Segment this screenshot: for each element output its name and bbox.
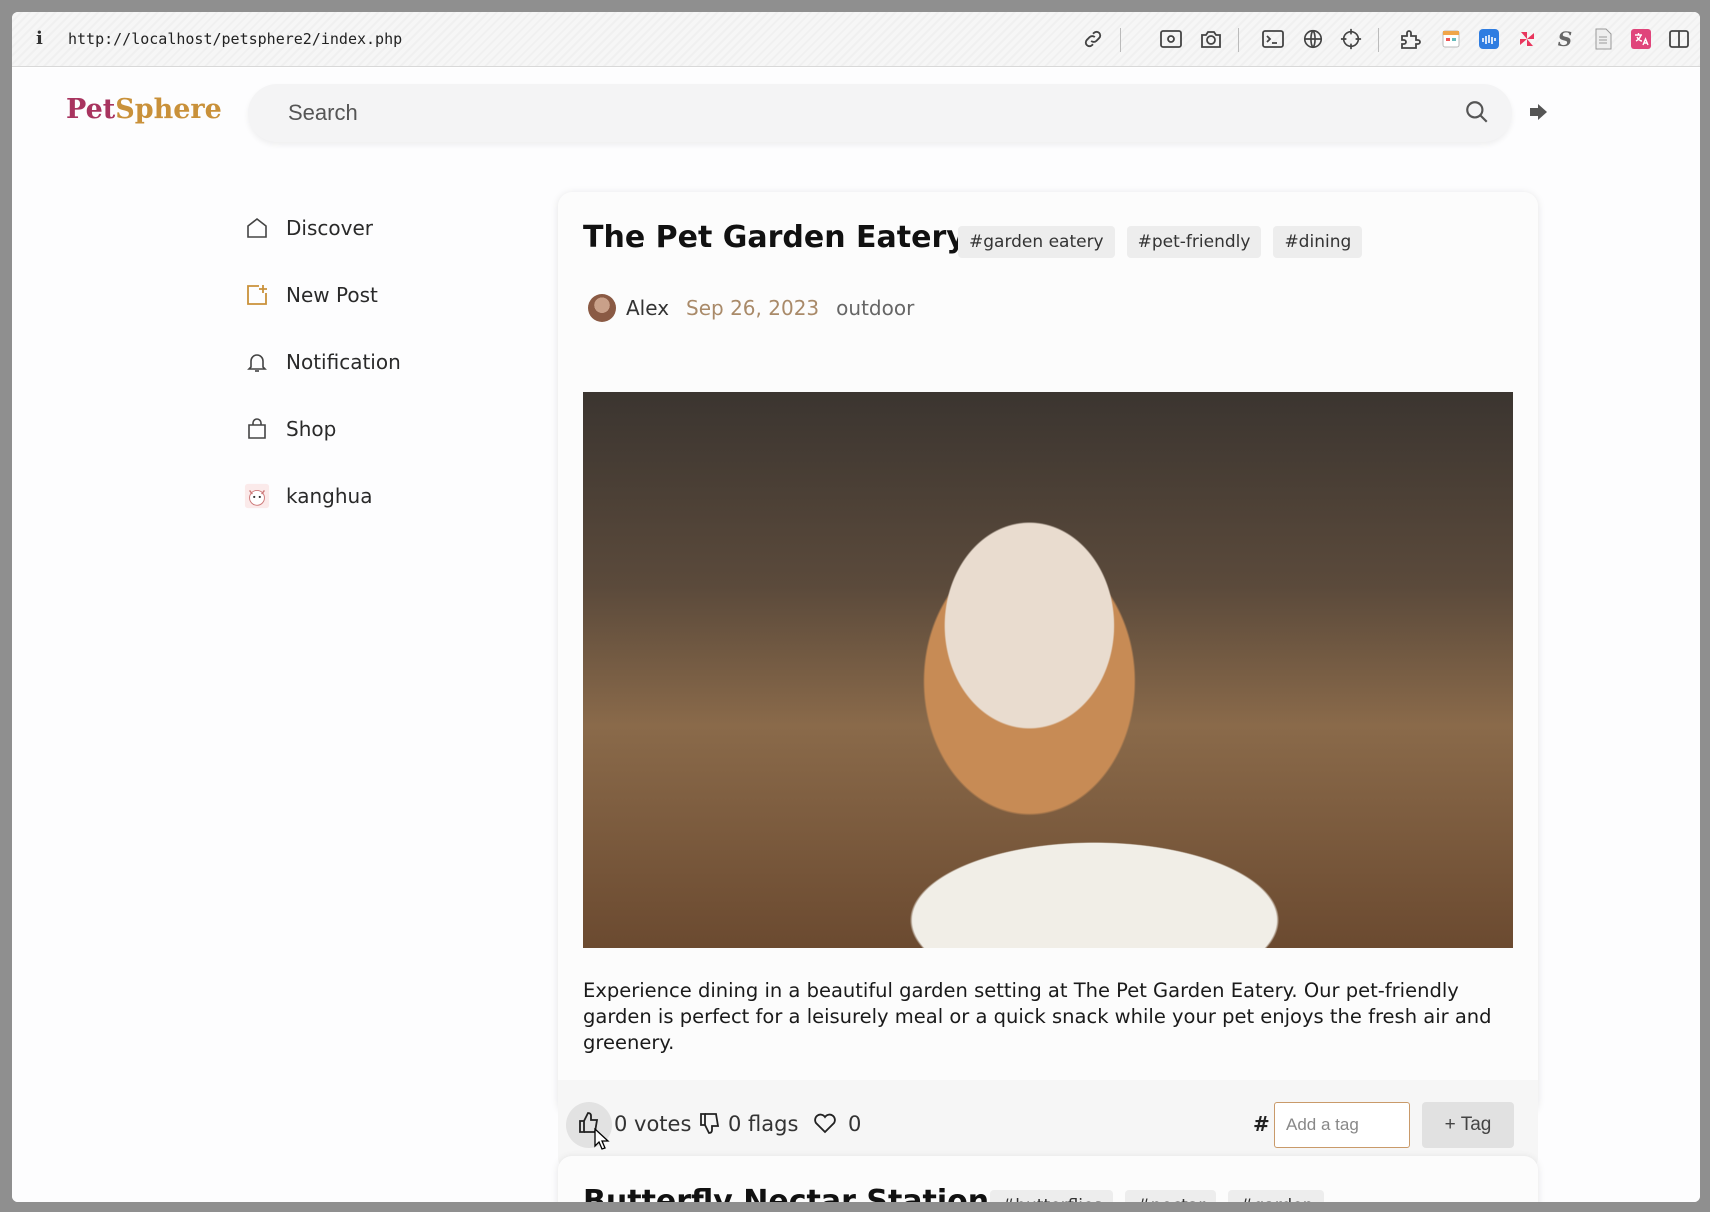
toolbar-separator (1238, 28, 1239, 52)
post-image (583, 392, 1513, 948)
search-input[interactable] (248, 84, 1512, 142)
sidebar-item-new-post[interactable]: New Post (244, 277, 504, 313)
sidebar-item-label: Notification (286, 350, 401, 374)
post-card: The Pet Garden Eatery #garden eatery #pe… (558, 192, 1538, 1172)
extension-icon[interactable] (1398, 26, 1424, 52)
shopping-bag-icon (244, 416, 270, 442)
new-post-icon (244, 282, 270, 308)
browser-toolbar: i http://localhost/petsphere2/index.php (12, 12, 1700, 67)
sidebar-item-profile[interactable]: kanghua (244, 478, 504, 514)
home-icon (244, 215, 270, 241)
add-tag-input[interactable] (1274, 1102, 1410, 1148)
screenshot-icon[interactable] (1158, 26, 1184, 52)
browser-window: i http://localhost/petsphere2/index.php (12, 12, 1700, 1202)
like-count: 0 (848, 1112, 862, 1136)
sidebar-item-label: Shop (286, 417, 337, 441)
post-tag[interactable]: #dining (1273, 226, 1363, 258)
calendar-icon[interactable] (1438, 26, 1464, 52)
toolbar-separator (1378, 28, 1379, 52)
search-bar (248, 84, 1512, 142)
profile-avatar-icon (244, 483, 270, 509)
sidebar-item-label: Discover (286, 216, 373, 240)
post-tag[interactable]: #garden eatery (958, 226, 1115, 258)
toolbar-separator (1120, 28, 1121, 52)
post-card: Butterfly Nectar Station #butterflies #n… (558, 1156, 1538, 1202)
globe-icon[interactable] (1300, 26, 1326, 52)
mouse-cursor-icon (594, 1127, 610, 1155)
crosshair-icon[interactable] (1338, 26, 1364, 52)
post-tag[interactable]: #pet-friendly (1126, 226, 1262, 258)
post-description: Experience dining in a beautiful garden … (583, 979, 1492, 1054)
page: PetSphere Discover New Post (12, 68, 1700, 1202)
translate-icon[interactable] (1628, 26, 1654, 52)
sidebar-nav: Discover New Post Notification Shop kang… (244, 210, 504, 545)
bell-icon (244, 349, 270, 375)
camera-icon[interactable] (1198, 26, 1224, 52)
sidebar-icon[interactable] (1666, 26, 1692, 52)
thumbs-down-icon[interactable] (698, 1111, 722, 1140)
pinwheel-icon[interactable] (1514, 26, 1540, 52)
author-avatar[interactable] (588, 294, 616, 322)
author-name[interactable]: Alex (626, 296, 669, 320)
document-icon[interactable] (1590, 26, 1616, 52)
sidebar-item-shop[interactable]: Shop (244, 411, 504, 447)
add-tag-button[interactable]: + Tag (1422, 1102, 1514, 1148)
address-bar[interactable]: http://localhost/petsphere2/index.php (68, 30, 402, 48)
post-tag[interactable]: #butterflies (990, 1190, 1114, 1202)
post-date: Sep 26, 2023 (686, 296, 820, 320)
info-icon[interactable]: i (36, 28, 43, 49)
post-tag[interactable]: #nectar (1125, 1190, 1217, 1202)
sidebar-item-label: New Post (286, 283, 378, 307)
post-category: outdoor (836, 296, 915, 320)
sidebar-item-discover[interactable]: Discover (244, 210, 504, 246)
post-tags: #garden eatery #pet-friendly #dining (958, 226, 1363, 258)
sidebar-item-label: kanghua (286, 484, 373, 508)
logout-icon[interactable] (1527, 100, 1551, 129)
s-icon[interactable]: S (1552, 26, 1578, 52)
logo-text-sphere: Sphere (115, 94, 222, 125)
post-title[interactable]: Butterfly Nectar Station (583, 1184, 989, 1202)
post-tag[interactable]: #garden (1228, 1190, 1325, 1202)
link-icon[interactable] (1080, 26, 1106, 52)
vote-count: 0 votes (614, 1112, 692, 1136)
hash-label: # (1253, 1112, 1270, 1136)
search-icon[interactable] (1464, 99, 1490, 130)
terminal-icon[interactable] (1260, 26, 1286, 52)
sidebar-item-notification[interactable]: Notification (244, 344, 504, 380)
post-meta: Alex Sep 26, 2023 outdoor (588, 292, 914, 324)
flag-count: 0 flags (728, 1112, 799, 1136)
logo[interactable]: PetSphere (66, 94, 222, 125)
post-title[interactable]: The Pet Garden Eatery (583, 220, 966, 255)
audio-icon[interactable] (1476, 26, 1502, 52)
heart-icon[interactable] (813, 1112, 837, 1139)
post-tags: #butterflies #nectar #garden (990, 1190, 1325, 1202)
logo-text-pet: Pet (66, 94, 116, 125)
